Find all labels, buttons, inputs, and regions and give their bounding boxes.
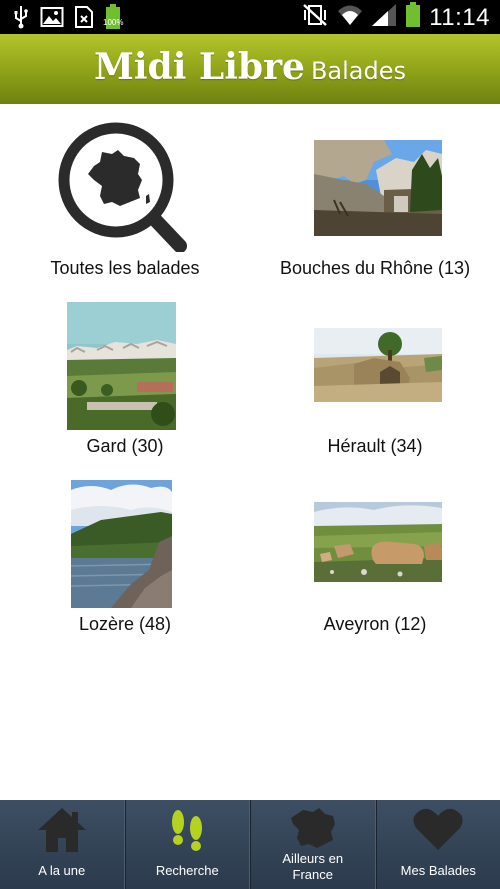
- search-france-icon: [54, 122, 189, 257]
- tab-label: Mes Balades: [400, 863, 476, 878]
- usb-icon: [12, 5, 30, 34]
- region-grid: Toutes les balades Bouches du Rhône (13): [0, 104, 500, 800]
- home-icon: [0, 806, 124, 854]
- battery-full-icon: 100%: [103, 4, 124, 35]
- region-label: Aveyron (12): [323, 614, 427, 634]
- status-right-icons: 11:14: [301, 2, 490, 33]
- bottom-tab-bar: A la une Recherche Ailleurs en France Me…: [0, 800, 500, 889]
- app-logo: Midi Libre Balades: [0, 46, 500, 88]
- brand-main-text: Midi Libre: [94, 46, 305, 88]
- tab-label: Recherche: [155, 863, 219, 878]
- region-label: Gard (30): [86, 436, 164, 456]
- cattle-field-photo: [314, 502, 442, 582]
- rocky-cliff-photo: [314, 140, 442, 236]
- tab-label: A la une: [38, 863, 86, 878]
- image-icon: [40, 6, 64, 33]
- region-tile-all[interactable]: Toutes les balades: [0, 104, 250, 284]
- tab-ailleurs-en-france[interactable]: Ailleurs en France: [250, 800, 376, 889]
- stone-tomb-photo: [314, 328, 442, 402]
- region-tile-lozere[interactable]: Lozère (48): [0, 470, 250, 640]
- battery-percent-text: 100%: [103, 18, 124, 27]
- vibrate-mute-icon: [301, 3, 329, 32]
- france-map-icon: [251, 806, 375, 850]
- wifi-icon: [337, 3, 363, 32]
- app-header: Midi Libre Balades: [0, 34, 500, 104]
- region-label: Toutes les balades: [50, 258, 200, 278]
- region-tile-herault[interactable]: Hérault (34): [250, 290, 500, 462]
- lake-rocks-photo: [71, 480, 172, 608]
- hill-village-photo: [67, 302, 176, 430]
- footprints-icon: [126, 806, 250, 854]
- battery-icon: [405, 2, 421, 33]
- region-label: Hérault (34): [327, 436, 423, 456]
- status-time: 11:14: [429, 3, 490, 31]
- region-tile-aveyron[interactable]: Aveyron (12): [250, 470, 500, 640]
- tab-recherche[interactable]: Recherche: [124, 800, 250, 889]
- region-label: Bouches du Rhône (13): [279, 258, 471, 278]
- region-label: Lozère (48): [78, 614, 172, 634]
- sim-missing-icon: [74, 5, 94, 34]
- tab-label: Ailleurs en France: [282, 851, 344, 882]
- region-tile-gard[interactable]: Gard (30): [0, 290, 250, 462]
- signal-icon: [371, 3, 397, 32]
- tab-mes-balades[interactable]: Mes Balades: [375, 800, 500, 889]
- tab-a-la-une[interactable]: A la une: [0, 800, 125, 889]
- region-tile-bouches-du-rhone[interactable]: Bouches du Rhône (13): [250, 104, 500, 284]
- status-bar: 100% 11:14: [0, 0, 500, 34]
- brand-sub-text: Balades: [310, 57, 406, 85]
- status-left-icons: 100%: [12, 4, 124, 35]
- heart-icon: [377, 806, 500, 852]
